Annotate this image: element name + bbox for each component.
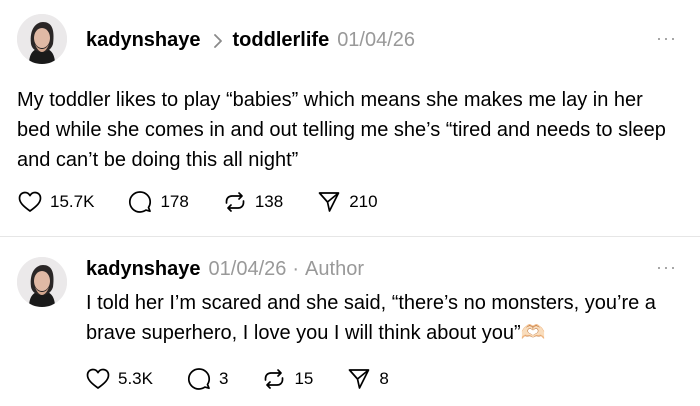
reply-count: 178 bbox=[160, 192, 189, 211]
repost-button[interactable]: 138 bbox=[223, 190, 283, 214]
reply-avatar[interactable] bbox=[17, 257, 67, 307]
topic-tag[interactable]: toddlerlife bbox=[233, 29, 330, 52]
reply-share-button[interactable]: 8 bbox=[347, 367, 389, 391]
author-label: Author bbox=[305, 258, 364, 280]
comment-icon bbox=[187, 367, 211, 391]
post-actions: 15.7K 178 138 210 bbox=[18, 190, 378, 214]
reply-repost-count: 15 bbox=[294, 369, 314, 388]
username[interactable]: kadynshaye bbox=[86, 29, 201, 52]
comment-icon bbox=[128, 190, 152, 214]
repost-icon bbox=[262, 367, 286, 391]
reply-share-count: 8 bbox=[379, 369, 389, 388]
reply-actions: 5.3K 3 15 8 bbox=[86, 367, 389, 391]
repost-count: 138 bbox=[254, 192, 284, 211]
reply-repost-button[interactable]: 15 bbox=[262, 367, 313, 391]
share-count: 210 bbox=[349, 192, 378, 211]
post-date: 01/04/26 bbox=[337, 29, 416, 51]
repost-icon bbox=[223, 190, 247, 214]
reply-reply-count: 3 bbox=[218, 369, 229, 388]
chevron-right-icon bbox=[213, 33, 223, 48]
divider bbox=[0, 236, 700, 237]
reply-date: 01/04/26 bbox=[208, 258, 287, 280]
send-icon bbox=[317, 190, 341, 214]
reply-username[interactable]: kadynshaye bbox=[86, 258, 201, 281]
post-header: kadynshaye toddlerlife 01/04/26 bbox=[86, 29, 415, 52]
heart-icon bbox=[86, 368, 110, 390]
more-icon[interactable]: ··· bbox=[656, 28, 677, 49]
like-count: 15.7K bbox=[50, 192, 95, 211]
share-button[interactable]: 210 bbox=[317, 190, 378, 214]
heart-icon bbox=[18, 191, 42, 213]
reply-reply-button[interactable]: 3 bbox=[187, 367, 228, 391]
reply-button[interactable]: 178 bbox=[128, 190, 189, 214]
reply-header: kadynshaye 01/04/26 · Author bbox=[86, 258, 364, 281]
reply-like-count: 5.3K bbox=[118, 369, 153, 388]
reply-more-icon[interactable]: ··· bbox=[656, 257, 677, 278]
avatar[interactable] bbox=[17, 14, 67, 64]
post-text: My toddler likes to play “babies” which … bbox=[17, 89, 666, 171]
like-button[interactable]: 15.7K bbox=[18, 191, 94, 213]
reply-like-button[interactable]: 5.3K bbox=[86, 368, 153, 390]
separator: · bbox=[292, 258, 300, 280]
send-icon bbox=[347, 367, 371, 391]
reply-text: I told her I’m scared and she said, “the… bbox=[86, 292, 656, 344]
